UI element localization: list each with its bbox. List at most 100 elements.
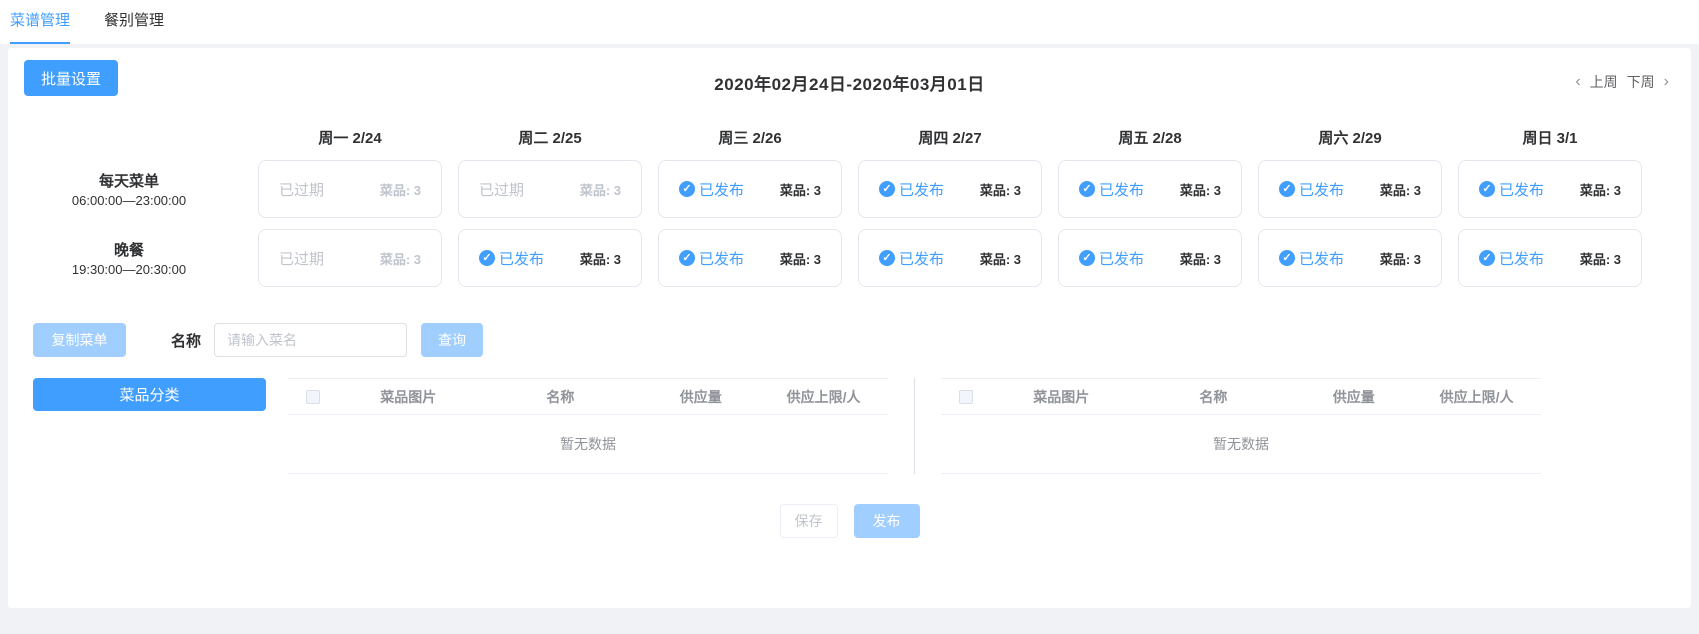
check-circle-icon: ✓ — [1079, 250, 1095, 266]
menu-cell[interactable]: ✓已发布 菜品: 3 — [858, 229, 1042, 287]
cell-status: 已过期 — [479, 179, 524, 200]
cell-status: 已发布 — [899, 248, 944, 269]
column-header-supply: 供应量 — [642, 387, 759, 407]
dish-category-button[interactable]: 菜品分类 — [33, 378, 266, 411]
check-circle-icon: ✓ — [879, 181, 895, 197]
day-header-thu: 周四 2/27 — [850, 127, 1050, 148]
check-circle-icon: ✓ — [1079, 181, 1095, 197]
footer-actions: 保存 发布 — [8, 504, 1691, 538]
menu-cell[interactable]: ✓已发布 菜品: 3 — [1058, 160, 1242, 218]
batch-settings-button[interactable]: 批量设置 — [24, 60, 118, 96]
meal-name: 晚餐 — [8, 239, 250, 260]
select-all-checkbox[interactable] — [306, 390, 320, 404]
cell-dish-count: 菜品: 3 — [1580, 180, 1621, 199]
cell-status: 已过期 — [279, 179, 324, 200]
copy-menu-button[interactable]: 复制菜单 — [33, 323, 126, 357]
publish-button[interactable]: 发布 — [854, 504, 920, 538]
menu-cell[interactable]: ✓已发布 菜品: 3 — [1458, 160, 1642, 218]
name-label: 名称 — [171, 330, 201, 351]
cell-status: 已发布 — [499, 248, 544, 269]
query-button[interactable]: 查询 — [421, 323, 483, 357]
table-header-row: 菜品图片 名称 供应量 供应上限/人 — [288, 378, 888, 415]
menu-cell[interactable]: ✓已发布 菜品: 3 — [1258, 229, 1442, 287]
cell-dish-count: 菜品: 3 — [580, 180, 621, 199]
cell-status: 已发布 — [699, 248, 744, 269]
dish-table-right: 菜品图片 名称 供应量 供应上限/人 暂无数据 — [941, 378, 1541, 474]
cell-status: 已发布 — [1499, 179, 1544, 200]
menu-cell[interactable]: 已过期 菜品: 3 — [258, 229, 442, 287]
cell-dish-count: 菜品: 3 — [380, 180, 421, 199]
cell-dish-count: 菜品: 3 — [1380, 249, 1421, 268]
cell-dish-count: 菜品: 3 — [980, 180, 1021, 199]
meal-time-range: 06:00:00—23:00:00 — [8, 193, 250, 208]
table-header-row: 菜品图片 名称 供应量 供应上限/人 — [941, 378, 1541, 415]
column-header-name: 名称 — [478, 387, 642, 407]
column-header-limit: 供应上限/人 — [759, 387, 888, 407]
column-header-supply: 供应量 — [1295, 387, 1412, 407]
toolbar: 批量设置 2020年02月24日-2020年03月01日 ‹ 上周 下周 › — [8, 48, 1691, 114]
cell-dish-count: 菜品: 3 — [580, 249, 621, 268]
content-card: 批量设置 2020年02月24日-2020年03月01日 ‹ 上周 下周 › 周… — [8, 48, 1691, 608]
menu-cell[interactable]: ✓已发布 菜品: 3 — [858, 160, 1042, 218]
dish-tables: 菜品图片 名称 供应量 供应上限/人 暂无数据 菜品图片 名称 供应量 供应上限… — [288, 378, 1541, 474]
column-header-dish-image: 菜品图片 — [991, 387, 1131, 407]
cell-dish-count: 菜品: 3 — [780, 249, 821, 268]
check-circle-icon: ✓ — [1279, 250, 1295, 266]
cell-status: 已发布 — [1499, 248, 1544, 269]
menu-row-dinner: 晚餐 19:30:00—20:30:00 已过期 菜品: 3 ✓已发布 菜品: … — [8, 229, 1691, 287]
cell-status: 已发布 — [1299, 248, 1344, 269]
empty-data-placeholder: 暂无数据 — [288, 415, 888, 474]
menu-cell[interactable]: ✓已发布 菜品: 3 — [458, 229, 642, 287]
cell-status: 已发布 — [699, 179, 744, 200]
chevron-left-icon[interactable]: ‹ — [1575, 73, 1580, 91]
search-row: 复制菜单 名称 查询 — [33, 323, 1691, 357]
check-circle-icon: ✓ — [679, 250, 695, 266]
check-circle-icon: ✓ — [1279, 181, 1295, 197]
meal-time-range: 19:30:00—20:30:00 — [8, 262, 250, 277]
chevron-right-icon[interactable]: › — [1664, 73, 1669, 91]
meal-name: 每天菜单 — [8, 170, 250, 191]
menu-cell[interactable]: ✓已发布 菜品: 3 — [1458, 229, 1642, 287]
cell-dish-count: 菜品: 3 — [1380, 180, 1421, 199]
menu-cell[interactable]: ✓已发布 菜品: 3 — [658, 160, 842, 218]
check-circle-icon: ✓ — [1479, 181, 1495, 197]
day-header-sun: 周日 3/1 — [1450, 127, 1650, 148]
next-week-button[interactable]: 下周 — [1627, 72, 1655, 92]
tab-bar: 菜谱管理 餐别管理 — [0, 0, 1699, 44]
day-header-tue: 周二 2/25 — [450, 127, 650, 148]
prev-week-button[interactable]: 上周 — [1590, 72, 1618, 92]
table-divider — [914, 378, 915, 474]
cell-dish-count: 菜品: 3 — [980, 249, 1021, 268]
cell-dish-count: 菜品: 3 — [1180, 249, 1221, 268]
select-all-checkbox[interactable] — [959, 390, 973, 404]
day-header-mon: 周一 2/24 — [250, 127, 450, 148]
dish-name-input[interactable] — [214, 323, 407, 357]
save-button[interactable]: 保存 — [780, 504, 838, 538]
menu-cell[interactable]: ✓已发布 菜品: 3 — [658, 229, 842, 287]
dish-section: 菜品分类 菜品图片 名称 供应量 供应上限/人 暂无数据 菜品图片 名称 — [33, 378, 1691, 474]
row-label-daily: 每天菜单 06:00:00—23:00:00 — [8, 170, 250, 208]
week-day-header-row: 周一 2/24 周二 2/25 周三 2/26 周四 2/27 周五 2/28 … — [8, 114, 1691, 160]
column-header-name: 名称 — [1131, 387, 1295, 407]
cell-dish-count: 菜品: 3 — [780, 180, 821, 199]
check-circle-icon: ✓ — [1479, 250, 1495, 266]
column-header-limit: 供应上限/人 — [1412, 387, 1541, 407]
cell-status: 已发布 — [899, 179, 944, 200]
menu-cell[interactable]: 已过期 菜品: 3 — [258, 160, 442, 218]
tab-meal-type-management[interactable]: 餐别管理 — [104, 2, 164, 44]
menu-row-daily: 每天菜单 06:00:00—23:00:00 已过期 菜品: 3 已过期 菜品:… — [8, 160, 1691, 218]
cell-dish-count: 菜品: 3 — [1180, 180, 1221, 199]
week-navigation: ‹ 上周 下周 › — [1575, 72, 1669, 92]
cell-dish-count: 菜品: 3 — [1580, 249, 1621, 268]
check-circle-icon: ✓ — [679, 181, 695, 197]
cell-status: 已发布 — [1299, 179, 1344, 200]
column-header-dish-image: 菜品图片 — [338, 387, 478, 407]
day-header-sat: 周六 2/29 — [1250, 127, 1450, 148]
menu-cell[interactable]: ✓已发布 菜品: 3 — [1258, 160, 1442, 218]
day-header-wed: 周三 2/26 — [650, 127, 850, 148]
tab-recipe-management[interactable]: 菜谱管理 — [10, 2, 70, 44]
cell-status: 已发布 — [1099, 248, 1144, 269]
menu-cell[interactable]: ✓已发布 菜品: 3 — [1058, 229, 1242, 287]
dish-table-left: 菜品图片 名称 供应量 供应上限/人 暂无数据 — [288, 378, 888, 474]
menu-cell[interactable]: 已过期 菜品: 3 — [458, 160, 642, 218]
